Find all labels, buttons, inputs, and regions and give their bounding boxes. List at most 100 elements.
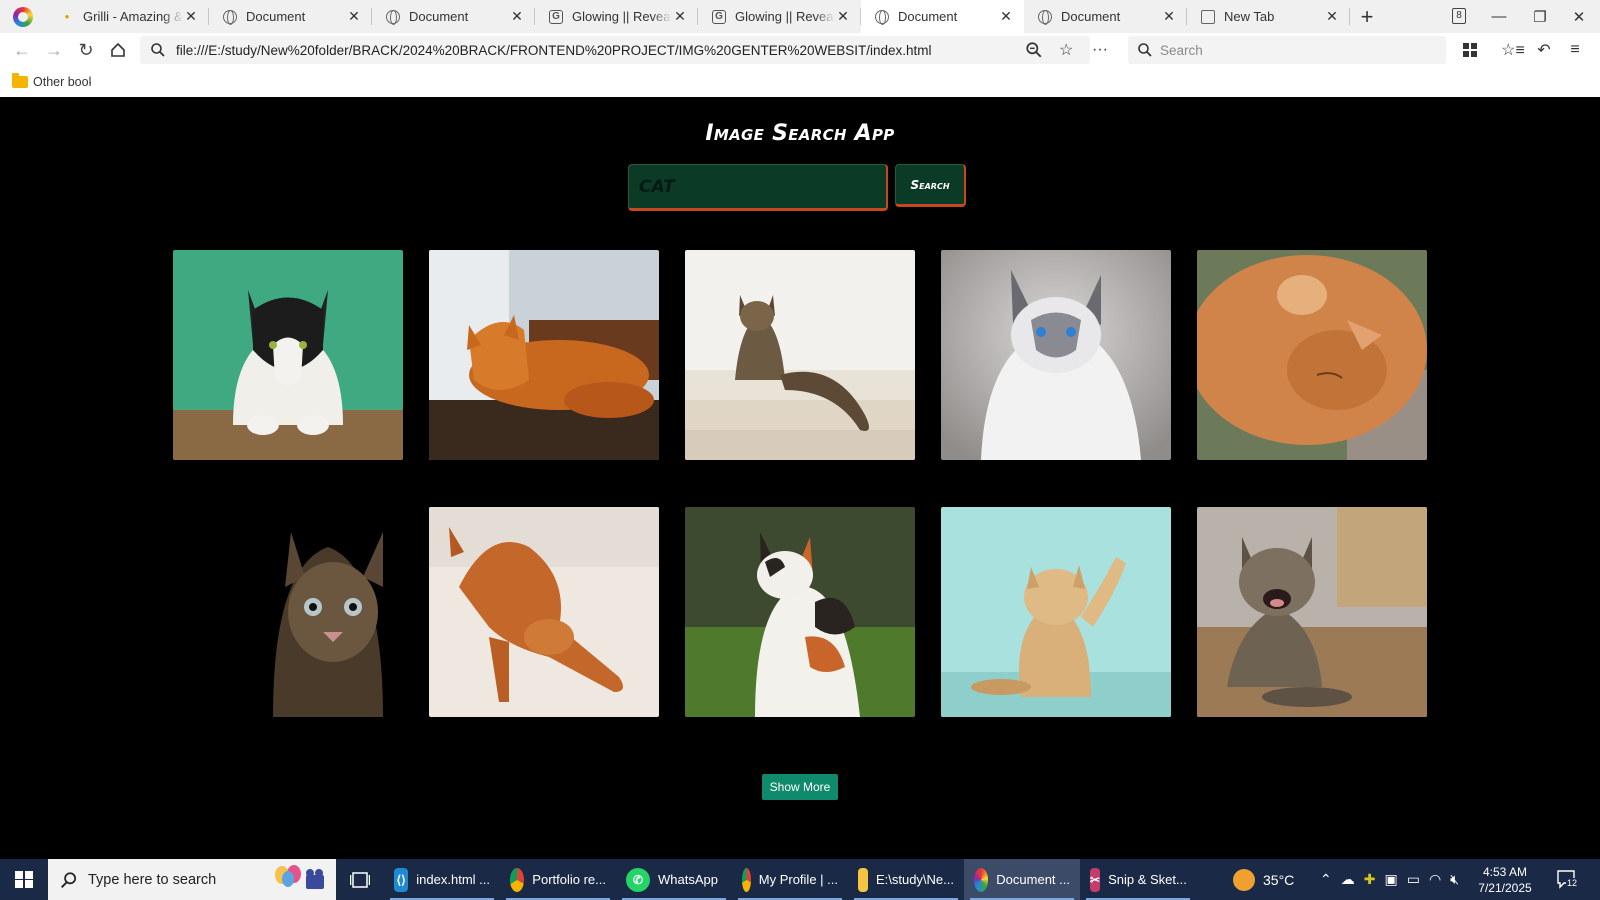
bookmark-folder-other[interactable]: Other bookmarks bbox=[33, 75, 91, 89]
minimize-icon[interactable]: — bbox=[1476, 0, 1522, 33]
globe-icon bbox=[223, 9, 237, 25]
taskbar-app-file-explorer[interactable]: E:\study\Ne... bbox=[848, 859, 964, 900]
taskbar-app-vscode[interactable]: ⟨⟩ index.html ... bbox=[384, 859, 500, 900]
browser-icon bbox=[974, 867, 989, 892]
close-window-icon[interactable]: ✕ bbox=[1556, 0, 1600, 33]
show-more-button[interactable]: Show More bbox=[762, 774, 838, 800]
taskbar-app-whatsapp[interactable]: ✆ WhatsApp bbox=[616, 859, 732, 900]
folder-icon bbox=[858, 867, 868, 892]
globe-icon bbox=[386, 9, 400, 25]
app-title: Image Search App bbox=[705, 121, 895, 146]
taskbar-app-label: WhatsApp bbox=[658, 872, 718, 887]
apps-grid-icon[interactable] bbox=[1455, 36, 1485, 64]
tab-close-icon[interactable]: ✕ bbox=[509, 8, 525, 25]
tab-label: Document bbox=[898, 9, 958, 24]
page-content: Image Search App Search bbox=[0, 97, 1600, 859]
address-bar[interactable]: file:///E:/study/New%20folder/BRACK/2024… bbox=[140, 36, 1090, 64]
result-image-2[interactable] bbox=[429, 250, 659, 460]
tab-8[interactable]: New Tab ✕ bbox=[1187, 0, 1350, 33]
network-share-icon[interactable]: ✚ bbox=[1364, 871, 1376, 888]
speaker-muted-icon[interactable]: 🔇︎ bbox=[1450, 871, 1459, 888]
tab-count-badge[interactable]: 8 bbox=[1452, 8, 1466, 24]
windows-taskbar: Type here to search ⟨⟩ index.html ... Po… bbox=[0, 859, 1600, 900]
browser-menu-logo[interactable] bbox=[0, 0, 46, 33]
search-icon bbox=[1138, 43, 1152, 57]
reload-icon[interactable]: ↻ bbox=[70, 35, 102, 65]
taskbar-app-chrome-portfolio[interactable]: Portfolio re... bbox=[500, 859, 616, 900]
forward-arrow-icon[interactable]: → bbox=[38, 35, 70, 65]
search-button[interactable]: Search bbox=[895, 164, 966, 207]
result-image-5[interactable] bbox=[1197, 250, 1427, 460]
favorites-list-icon[interactable]: ☆≡ bbox=[1498, 36, 1528, 64]
new-tab-button[interactable]: + bbox=[1350, 0, 1384, 33]
taskbar-search-box[interactable]: Type here to search bbox=[48, 859, 336, 900]
system-tray: ⌃ ☁ ✚ ▣ ▭ ◠ 🔇︎ bbox=[1320, 859, 1459, 900]
taskbar-clock[interactable]: 4:53 AM 7/21/2025 bbox=[1468, 864, 1542, 896]
undo-history-icon[interactable]: ↶ bbox=[1529, 36, 1559, 64]
tab-label: New Tab bbox=[1224, 9, 1275, 24]
tab-label: Grilli - Amazing & Delicious bbox=[83, 9, 183, 24]
result-image-3[interactable] bbox=[685, 250, 915, 460]
taskbar-app-chrome-profile[interactable]: My Profile | ... bbox=[732, 859, 848, 900]
g-favicon-icon: G bbox=[549, 9, 563, 24]
bookmark-star-icon[interactable]: ☆ bbox=[1059, 36, 1073, 64]
web-search-box[interactable]: Search bbox=[1128, 36, 1446, 64]
tab-close-icon[interactable]: ✕ bbox=[672, 8, 688, 25]
tab-4[interactable]: G Glowing || Reveal Text ✕ bbox=[535, 0, 698, 33]
tab-close-icon[interactable]: ✕ bbox=[1161, 8, 1177, 25]
tab-close-icon[interactable]: ✕ bbox=[1324, 8, 1340, 25]
tab-7[interactable]: Document ✕ bbox=[1024, 0, 1187, 33]
tab-6-active[interactable]: Document ✕ bbox=[861, 0, 1024, 33]
result-image-9[interactable] bbox=[941, 507, 1171, 717]
tab-1[interactable]: ● Grilli - Amazing & Delicious ✕ bbox=[46, 0, 209, 33]
search-icon bbox=[151, 43, 165, 57]
tab-close-icon[interactable]: ✕ bbox=[183, 8, 199, 25]
tab-label: Document bbox=[409, 9, 469, 24]
taskbar-app-snip-sketch[interactable]: ✂ Snip & Sket... bbox=[1080, 859, 1196, 900]
tab-2[interactable]: Document ✕ bbox=[209, 0, 372, 33]
more-actions-icon[interactable]: ··· bbox=[1092, 36, 1108, 64]
taskbar-app-browser-active[interactable]: Document ... bbox=[964, 859, 1080, 900]
tab-label: Document bbox=[1061, 9, 1121, 24]
tab-3[interactable]: Document ✕ bbox=[372, 0, 535, 33]
chrome-icon bbox=[510, 867, 525, 892]
start-button[interactable] bbox=[0, 859, 48, 900]
home-icon[interactable] bbox=[102, 35, 134, 65]
back-arrow-icon[interactable]: ← bbox=[6, 35, 38, 65]
whatsapp-icon: ✆ bbox=[626, 867, 650, 892]
chevron-up-icon[interactable]: ⌃ bbox=[1320, 871, 1332, 888]
tab-close-icon[interactable]: ✕ bbox=[835, 8, 851, 25]
notification-center-icon[interactable]: 12 bbox=[1556, 869, 1579, 889]
zoom-icon[interactable] bbox=[1025, 36, 1043, 64]
battery-icon[interactable]: ▭ bbox=[1407, 871, 1420, 888]
hamburger-menu-icon[interactable]: ≡ bbox=[1560, 36, 1590, 64]
tab-favicon-icon: ● bbox=[64, 12, 70, 21]
result-image-7[interactable] bbox=[429, 507, 659, 717]
bookmarks-bar: Other bookmarks bbox=[0, 67, 1600, 97]
tab-close-icon[interactable]: ✕ bbox=[346, 8, 362, 25]
folder-icon bbox=[12, 73, 28, 88]
image-search-input[interactable] bbox=[628, 164, 888, 211]
device-icon[interactable]: ▣ bbox=[1384, 871, 1397, 888]
weather-widget[interactable]: 35°C bbox=[1233, 859, 1294, 900]
search-placeholder: Search bbox=[1160, 42, 1203, 58]
result-image-1[interactable] bbox=[173, 250, 403, 460]
balloons-icon bbox=[272, 865, 328, 895]
task-view-icon[interactable] bbox=[336, 871, 384, 889]
onedrive-cloud-icon[interactable]: ☁ bbox=[1341, 871, 1355, 888]
chrome-icon bbox=[742, 867, 751, 892]
weather-sun-icon bbox=[1233, 868, 1255, 891]
taskbar-app-label: E:\study\Ne... bbox=[875, 872, 954, 887]
result-image-4[interactable] bbox=[941, 250, 1171, 460]
tab-5[interactable]: G Glowing || Reveal Text ✕ bbox=[698, 0, 861, 33]
taskbar-app-label: My Profile | ... bbox=[758, 872, 838, 887]
result-image-10[interactable] bbox=[1197, 507, 1427, 717]
clock-date: 7/21/2025 bbox=[1478, 881, 1532, 895]
clock-time: 4:53 AM bbox=[1482, 865, 1528, 879]
result-image-6[interactable] bbox=[173, 507, 403, 717]
tab-close-icon[interactable]: ✕ bbox=[998, 8, 1014, 25]
wifi-icon[interactable]: ◠ bbox=[1429, 871, 1441, 888]
tab-label: Document bbox=[246, 9, 306, 24]
globe-icon bbox=[1038, 9, 1052, 25]
result-image-8[interactable] bbox=[685, 507, 915, 717]
